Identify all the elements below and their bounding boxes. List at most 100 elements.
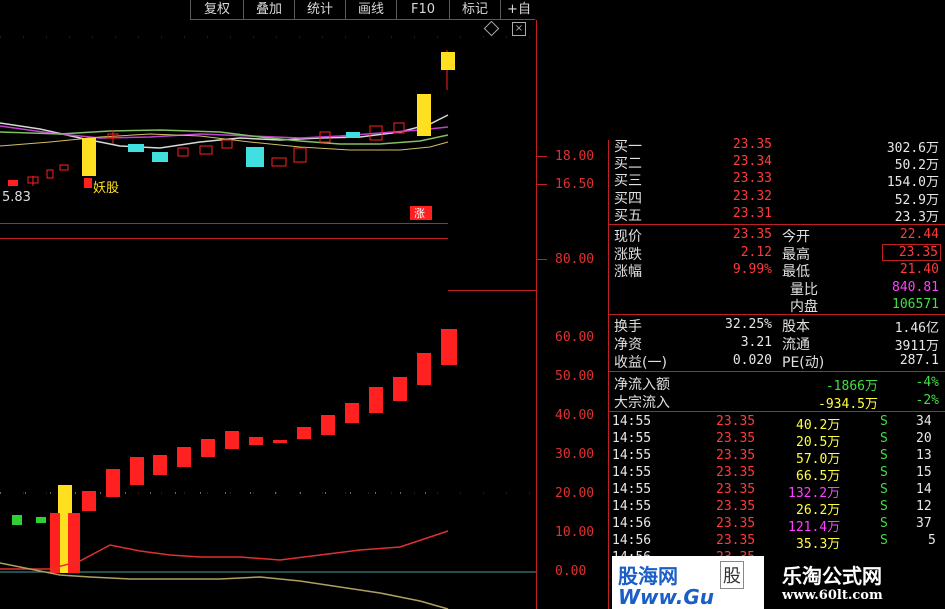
indicator-axis-tick: 20.00: [555, 486, 595, 501]
fund-label: 收益(一): [614, 355, 667, 371]
quote-label-pct: 涨幅: [614, 264, 642, 280]
tick-price: 23.35: [716, 431, 756, 446]
quote-value-low: 21.40: [899, 262, 939, 277]
panel-left-border: [608, 140, 609, 609]
tick-row: 14:55 23.35 57.0万 S 13: [610, 448, 945, 467]
tick-side: S: [880, 482, 888, 497]
toolbar-btn-drawline[interactable]: 画线: [345, 0, 396, 19]
toolbar-btn-f10[interactable]: F10: [396, 0, 449, 19]
ma-line-white: [0, 114, 449, 149]
watermark-letao: 乐淘公式网 www.60lt.com: [766, 556, 945, 609]
tick-side: S: [880, 431, 888, 446]
tick-time: 14:55: [612, 414, 652, 429]
toolbar-btn-stats[interactable]: 统计: [294, 0, 345, 19]
watermark-guhai: 股海网 股 Www.Gu: [612, 556, 764, 609]
vol-chart-bottom: [448, 290, 536, 291]
fund-label: PE(动): [782, 355, 825, 371]
tick-time: 14:55: [612, 448, 652, 463]
vol-axis-tick: 80.00: [555, 252, 595, 267]
yao-stock-label: 妖股: [93, 181, 120, 196]
panel-divider: [609, 411, 945, 412]
flow-amount: -1866万: [825, 379, 878, 394]
fund-value: 32.25%: [725, 317, 772, 332]
toolbar-btn-overlay[interactable]: 叠加: [243, 0, 294, 19]
quote-value-inner: 106571: [892, 297, 939, 312]
tick-row: 14:55 23.35 66.5万 S 15: [610, 465, 945, 484]
tick-time: 14:56: [612, 516, 652, 531]
tick-side: S: [880, 465, 888, 480]
fund-value: 3.21: [740, 335, 772, 350]
quote-label-inner: 内盘: [790, 299, 818, 315]
watermark-letao-url: www.60lt.com: [782, 588, 883, 603]
quote-label-current: 现价: [614, 229, 642, 245]
indicator-axis-tick: 30.00: [555, 447, 595, 462]
price-kline-chart: [0, 36, 536, 220]
tick-price: 23.35: [716, 448, 756, 463]
tick-count: 12: [916, 499, 932, 514]
stock-terminal: { "toolbar": { "items": ["复权", "叠加", "统计…: [0, 0, 945, 609]
tick-side: S: [880, 448, 888, 463]
fund-label: 换手: [614, 319, 642, 335]
quote-value-change: 2.12: [740, 245, 772, 260]
tick-count: 37: [916, 516, 932, 531]
tick-count: 13: [916, 448, 932, 463]
toolbar-btn-fuquan[interactable]: 复权: [190, 0, 243, 19]
tick-price: 23.35: [716, 533, 756, 548]
zhang-label: 涨: [414, 207, 425, 220]
tick-count: 34: [916, 414, 932, 429]
orderbook-volume: 23.3万: [894, 210, 939, 225]
tick-side: S: [880, 499, 888, 514]
panel-divider: [609, 314, 945, 315]
tick-count: 14: [916, 482, 932, 497]
orderbook-volume: 154.0万: [886, 175, 939, 190]
tick-time: 14:55: [612, 431, 652, 446]
tick-count: 20: [916, 431, 932, 446]
tick-row: 14:56 23.35 121.4万 S 37: [610, 516, 945, 535]
tick-count: 15: [916, 465, 932, 480]
chart-right-border: [536, 20, 537, 609]
indicator-axis-tick: 50.00: [555, 369, 595, 384]
orderbook-price: 23.31: [732, 206, 772, 221]
price-axis-tick: 18.00: [555, 149, 595, 164]
orderbook-price: 23.33: [732, 171, 772, 186]
fund-label: 净资: [614, 337, 642, 353]
tick-row: 14:55 23.35 20.5万 S 20: [610, 431, 945, 450]
tick-side: S: [880, 414, 888, 429]
toolbar-btn-mark[interactable]: 标记: [449, 0, 500, 19]
tick-time: 14:55: [612, 465, 652, 480]
fund-label: 股本: [782, 319, 810, 335]
low-price-label: 5.83: [2, 190, 31, 205]
tick-time: 14:55: [612, 482, 652, 497]
orderbook-label: 买三: [614, 173, 642, 189]
indicator-axis-tick: 60.00: [555, 330, 595, 345]
tick-price: 23.35: [716, 482, 756, 497]
flow-label: 净流入额: [614, 377, 670, 393]
fund-value: 3911万: [894, 339, 939, 354]
indicator-chart: [0, 329, 536, 609]
tick-row: 14:56 23.35 35.3万 S 5: [610, 533, 945, 552]
axis-tick-mark: [537, 259, 547, 260]
quote-value-current: 23.35: [732, 227, 772, 242]
tick-time: 14:55: [612, 499, 652, 514]
kline-candles: [8, 50, 455, 186]
flow-pct: -4%: [915, 375, 939, 390]
tick-count: 5: [928, 533, 936, 548]
price-axis-tick: 16.50: [555, 177, 595, 192]
orderbook-price: 23.35: [732, 137, 772, 152]
quote-value-pct: 9.99%: [732, 262, 772, 277]
tick-row: 14:55 23.35 132.2万 S 14: [610, 482, 945, 501]
tick-price: 23.35: [716, 465, 756, 480]
tick-price: 23.35: [716, 499, 756, 514]
volume-spike: [50, 513, 80, 573]
fund-label: 流通: [782, 337, 810, 353]
tick-row: 14:55 23.35 26.2万 S 12: [610, 499, 945, 518]
tick-side: S: [880, 533, 888, 548]
tick-side: S: [880, 516, 888, 531]
indicator-axis-tick: 10.00: [555, 525, 595, 540]
toolbar-btn-custom[interactable]: +自: [500, 0, 537, 19]
orderbook-price: 23.34: [732, 154, 772, 169]
quote-value-volratio: 840.81: [892, 280, 939, 295]
indicator-axis-tick: 0.00: [555, 564, 587, 579]
axis-tick-mark: [537, 184, 547, 185]
tick-time: 14:56: [612, 533, 652, 548]
